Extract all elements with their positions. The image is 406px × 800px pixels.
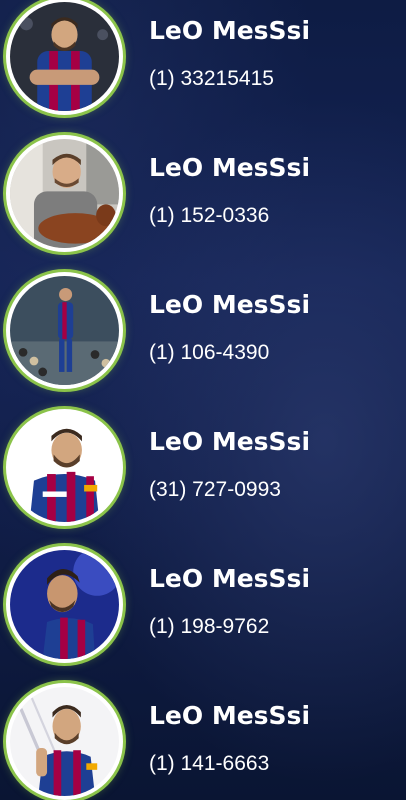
contact-phone[interactable]: (1) 33215415	[149, 67, 274, 91]
messi-captain-photo	[10, 687, 119, 796]
contact-name[interactable]: LeO MesSsi	[149, 564, 310, 593]
messi-barca-jersey-photo	[10, 413, 119, 522]
contact-phone[interactable]: (1) 198-9762	[149, 615, 269, 639]
contact-row[interactable]: LeO MesSsi (1) 33215415	[0, 0, 406, 125]
contact-name[interactable]: LeO MesSsi	[149, 427, 310, 456]
contact-name[interactable]: LeO MesSsi	[149, 16, 310, 45]
contact-phone[interactable]: (1) 141-6663	[149, 752, 269, 776]
contact-avatar[interactable]	[6, 683, 123, 800]
contact-avatar[interactable]	[6, 135, 123, 252]
contact-row[interactable]: LeO MesSsi (1) 106-4390	[0, 262, 406, 399]
contact-list[interactable]: LeO MesSsi (1) 33215415 LeO MesSsi (1) 1…	[0, 0, 406, 800]
contact-name[interactable]: LeO MesSsi	[149, 290, 310, 319]
contact-name[interactable]: LeO MesSsi	[149, 153, 310, 182]
messi-arms-crossed-photo	[10, 2, 119, 111]
contact-list-screen: LeO MesSsi (1) 33215415 LeO MesSsi (1) 1…	[0, 0, 406, 800]
contact-row[interactable]: LeO MesSsi (31) 727-0993	[0, 399, 406, 536]
contact-name[interactable]: LeO MesSsi	[149, 701, 310, 730]
contact-row[interactable]: LeO MesSsi (1) 152-0336	[0, 125, 406, 262]
contact-phone[interactable]: (1) 106-4390	[149, 341, 269, 365]
messi-with-dog-photo	[10, 139, 119, 248]
contact-avatar[interactable]	[6, 409, 123, 526]
contact-row[interactable]: LeO MesSsi (1) 141-6663	[0, 673, 406, 800]
contact-avatar[interactable]	[6, 546, 123, 663]
contact-phone[interactable]: (31) 727-0993	[149, 478, 281, 502]
messi-stadium-photo	[10, 276, 119, 385]
contact-avatar[interactable]	[6, 272, 123, 389]
contact-avatar[interactable]	[6, 0, 123, 115]
messi-profile-photo	[10, 550, 119, 659]
contact-phone[interactable]: (1) 152-0336	[149, 204, 269, 228]
contact-row[interactable]: LeO MesSsi (1) 198-9762	[0, 536, 406, 673]
